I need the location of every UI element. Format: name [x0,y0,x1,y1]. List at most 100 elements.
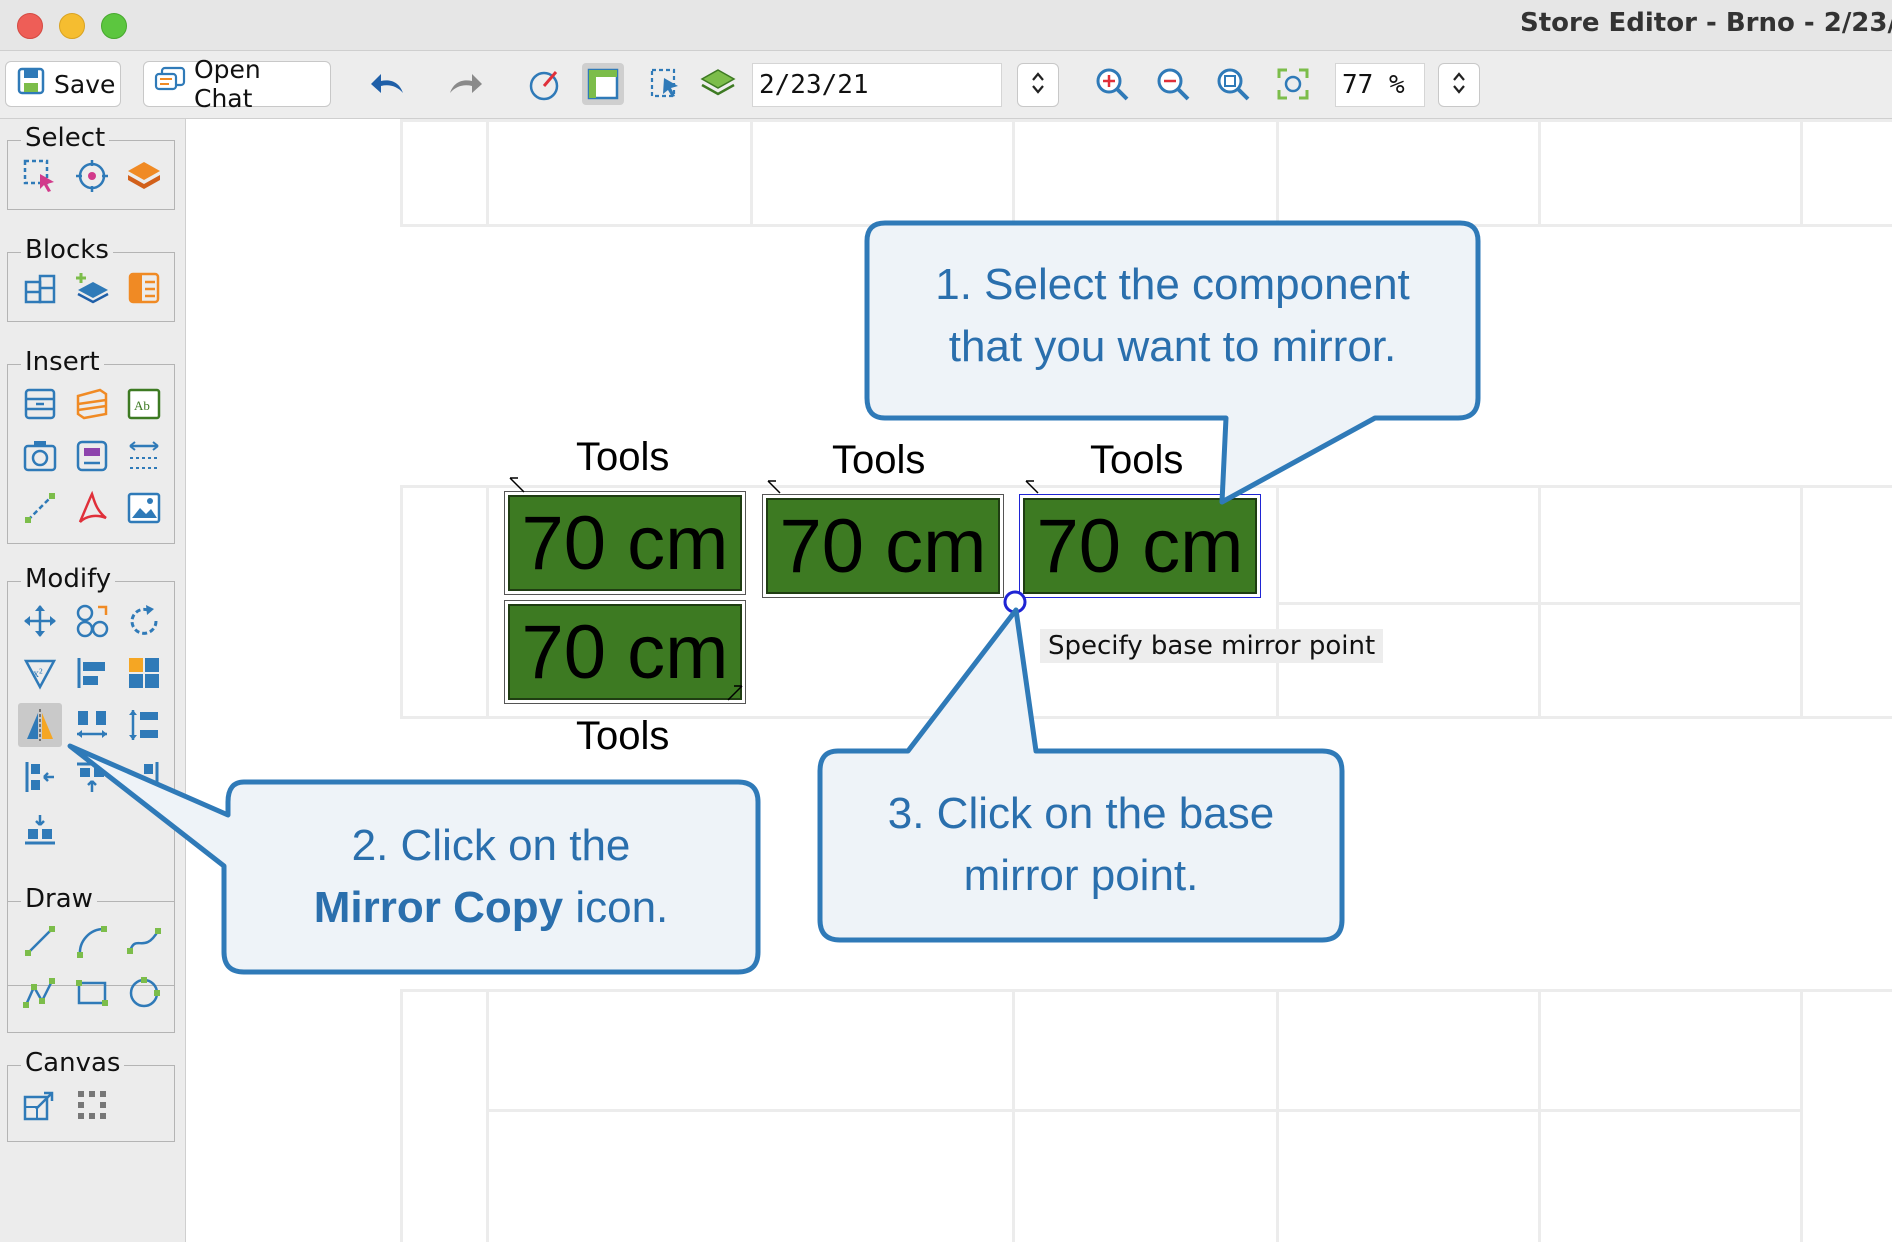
draw-polyline-icon[interactable] [18,971,62,1015]
shelf-block[interactable]: 70 cm [505,601,745,703]
tool-palette: Select Blocks Insert Ab Modify x² Draw C… [0,119,186,1242]
callout-step3-line2: mirror point. [963,851,1199,900]
align-left-icon[interactable] [70,651,114,695]
draw-rectangle-icon[interactable] [70,971,114,1015]
insert-line-icon[interactable] [18,486,62,530]
mirror-copy-icon[interactable] [18,703,62,747]
insert-dimension-icon[interactable] [122,434,166,478]
align-to-bottom-icon[interactable] [18,807,62,851]
chevron-updown-icon [1030,70,1046,100]
chat-icon [154,66,186,102]
measure-icon[interactable] [523,63,565,105]
toolbar: Save Open Chat 2/23/21 77 % [0,51,1892,119]
draw-curve-icon[interactable] [122,919,166,963]
ghost-divider [1800,989,1803,1242]
callout-step3-line1: 3. Click on the base [887,789,1275,838]
shelf-block-selected[interactable]: 70 cm [1020,495,1260,597]
svg-text:x²: x² [33,666,43,680]
select-layer-icon[interactable] [122,154,166,198]
date-spinner[interactable] [1017,63,1059,107]
insert-cabinet-icon[interactable] [18,382,62,426]
block-title: Tools [832,438,926,482]
callout-step2-line1: 2. Click on the [351,821,631,870]
canvas-resize-icon[interactable] [18,1083,62,1127]
zoom-field[interactable]: 77 % [1335,63,1425,107]
zoom-out-icon[interactable] [1152,63,1194,105]
distribute-horizontal-icon[interactable] [70,703,114,747]
canvas-grid-icon[interactable] [70,1083,114,1127]
redo-icon[interactable] [444,63,486,105]
window-title: Store Editor - Brno - 2/23/2 [1520,8,1892,38]
window-maximize-button[interactable] [101,13,127,39]
group-title-modify: Modify [21,564,116,594]
group-title-insert: Insert [21,347,104,377]
window-close-button[interactable] [17,13,43,39]
draw-line-icon[interactable] [18,919,62,963]
draw-arc-icon[interactable] [70,919,114,963]
open-chat-button[interactable]: Open Chat [143,55,331,113]
select-area-icon[interactable] [645,63,687,105]
date-field[interactable]: 2/23/21 [752,63,1002,107]
ghost-divider [750,119,753,227]
blocks-list-icon[interactable] [122,266,166,310]
save-button[interactable]: Save [5,61,121,107]
open-chat-label: Open Chat [194,55,261,113]
group-title-draw: Draw [21,884,97,914]
undo-icon[interactable] [367,63,409,105]
shelf-block[interactable]: 70 cm [505,492,745,594]
group-title-select: Select [21,123,110,153]
select-target-icon[interactable] [70,154,114,198]
svg-text:Ab: Ab [134,398,150,413]
ghost-divider [1538,989,1541,1242]
block-title: Tools [576,714,670,758]
window-minimize-button[interactable] [59,13,85,39]
blocks-stack-add-icon[interactable] [70,266,114,310]
draw-circle-icon[interactable] [122,971,166,1015]
shelf-block[interactable]: 70 cm [763,495,1003,597]
layers-icon[interactable] [697,63,739,105]
distribute-vertical-icon[interactable] [122,703,166,747]
callout-step1-text: 1. Select the component that you want to… [867,254,1478,378]
group-insert: Insert Ab [7,347,175,544]
align-to-left-icon[interactable] [18,755,62,799]
zoom-spinner[interactable] [1438,63,1480,107]
ghost-divider [486,119,489,227]
ghost-divider [1276,989,1279,1242]
move-icon[interactable] [18,599,62,643]
callout-step2-rest: icon. [563,883,669,932]
select-rectangle-icon[interactable] [18,154,62,198]
callout-step2-line2: Mirror Copy icon. [224,877,758,939]
ghost-divider [1538,119,1541,227]
layout-view-icon[interactable] [582,63,624,105]
rotate-icon[interactable] [122,599,166,643]
insert-shelf-icon[interactable] [70,382,114,426]
align-to-right-icon[interactable] [122,755,166,799]
insert-device-icon[interactable] [70,434,114,478]
zoom-in-icon[interactable] [1091,63,1133,105]
zoom-fit-icon[interactable] [1272,63,1314,105]
insert-pdf-icon[interactable] [70,486,114,530]
ghost-divider [486,989,489,1242]
copy-icon[interactable] [70,599,114,643]
ghost-divider [486,485,489,719]
ghost-divider [1800,485,1803,719]
save-icon [16,66,46,102]
group-title-blocks: Blocks [21,235,113,265]
insert-text-icon[interactable]: Ab [122,382,166,426]
group-select: Select [7,123,175,210]
align-to-top-icon[interactable] [70,755,114,799]
callout-step1-line2: that you want to mirror. [948,322,1397,371]
command-hint: Specify base mirror point [1040,629,1384,663]
zoom-reset-icon[interactable] [1212,63,1254,105]
scale-icon[interactable]: x² [18,651,62,695]
group-draw: Draw [7,884,175,1033]
arrange-grid-icon[interactable] [122,651,166,695]
save-label: Save [54,69,116,99]
insert-image-icon[interactable] [122,486,166,530]
ghost-divider [1276,602,1800,605]
title-bar: Store Editor - Brno - 2/23/2 [0,0,1892,51]
insert-photo-icon[interactable] [18,434,62,478]
ghost-divider [1276,119,1279,227]
block-title: Tools [576,435,670,479]
blocks-shelves-icon[interactable] [18,266,62,310]
